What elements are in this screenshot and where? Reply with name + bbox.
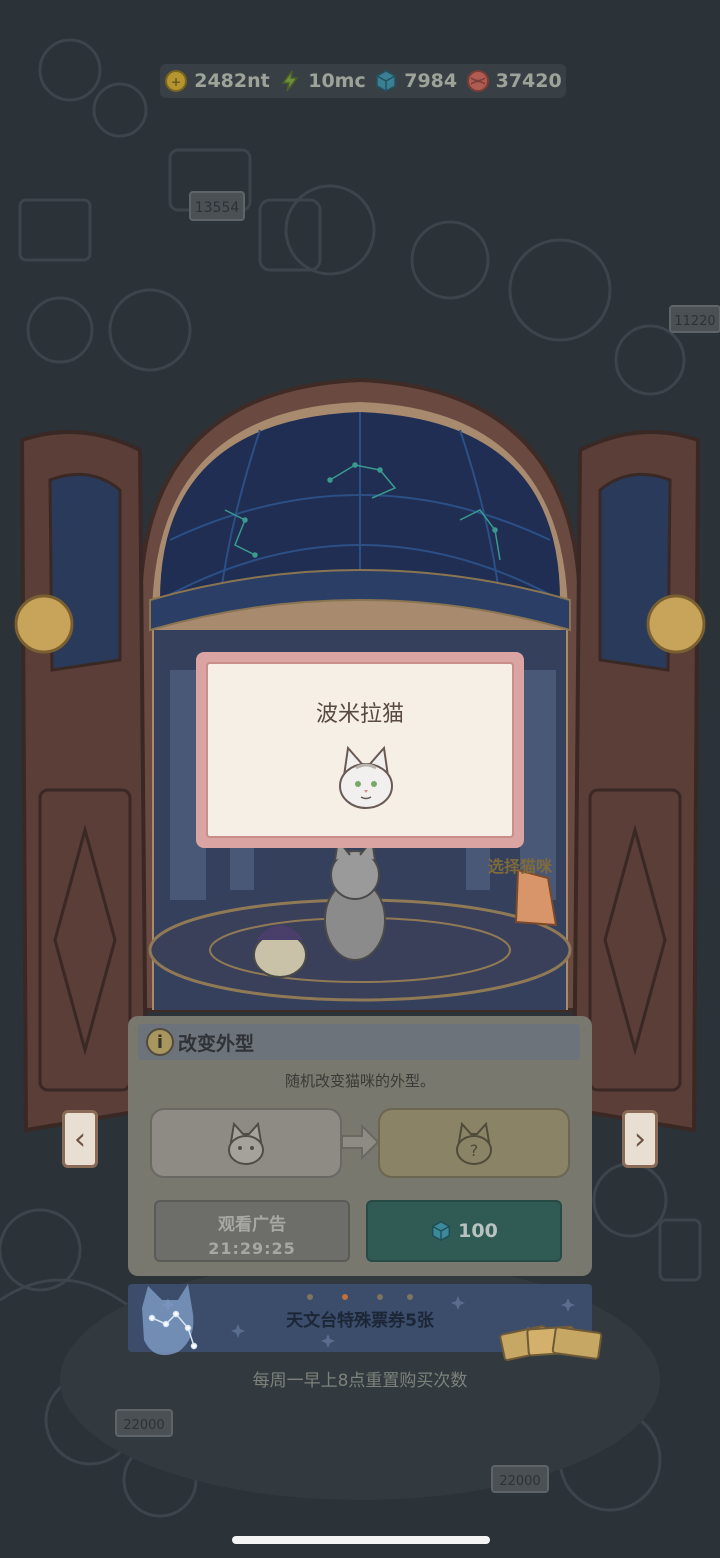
panel-description: 随机改变猫咪的外型。 bbox=[284, 1072, 435, 1090]
result-popup: 波米拉猫 bbox=[196, 652, 524, 848]
watch-ad-timer: 21:29:25 bbox=[208, 1239, 296, 1258]
gem-cube-icon bbox=[374, 69, 398, 93]
sign-13554: 13554 bbox=[195, 200, 240, 216]
svg-text:22000: 22000 bbox=[123, 1418, 164, 1433]
new-appearance-slot: ? bbox=[378, 1108, 570, 1178]
coin-icon: + bbox=[164, 69, 188, 93]
gem-cube-icon bbox=[432, 1221, 451, 1241]
watch-ad-button[interactable]: 观看广告 21:29:25 bbox=[154, 1200, 350, 1262]
panel-header: i 改变外型 bbox=[138, 1024, 580, 1060]
result-popup-inner: 波米拉猫 bbox=[206, 662, 514, 838]
resource-gems[interactable]: 7984 bbox=[374, 69, 457, 93]
svg-text:22000: 22000 bbox=[499, 1474, 540, 1489]
coins-value: 2482nt bbox=[194, 70, 270, 92]
resource-energy[interactable]: 10mc bbox=[278, 69, 366, 93]
result-cat-name: 波米拉猫 bbox=[315, 702, 404, 727]
svg-text:?: ? bbox=[470, 1141, 479, 1160]
current-appearance-slot bbox=[150, 1108, 342, 1178]
svg-text:11220: 11220 bbox=[674, 314, 715, 329]
arrow-right-icon bbox=[341, 1124, 380, 1160]
select-cat-label[interactable]: 选择猫咪 bbox=[488, 853, 552, 877]
chevron-right-icon: › bbox=[634, 1121, 646, 1157]
resource-coins[interactable]: + 2482nt bbox=[164, 69, 270, 93]
yarn-ball-icon bbox=[466, 69, 490, 93]
tickets-fan-icon bbox=[499, 1325, 603, 1361]
resource-bar: + 2482nt 10mc 7984 37420 bbox=[160, 64, 566, 98]
energy-value: 10mc bbox=[308, 70, 366, 92]
watch-ad-label: 观看广告 bbox=[218, 1215, 286, 1235]
previous-button[interactable]: ‹ bbox=[62, 1110, 98, 1168]
yarn-value: 37420 bbox=[495, 70, 562, 92]
lightning-icon bbox=[278, 69, 302, 93]
weekly-reset-note: 每周一早上8点重置购买次数 bbox=[252, 1371, 468, 1391]
info-icon[interactable]: i bbox=[146, 1028, 174, 1056]
buy-price: 100 bbox=[458, 1220, 498, 1242]
banner-page-indicator bbox=[307, 1294, 413, 1300]
resource-yarn[interactable]: 37420 bbox=[466, 69, 562, 93]
appearance-compare: ? bbox=[146, 1106, 574, 1178]
svg-text:+: + bbox=[171, 75, 181, 89]
next-button[interactable]: › bbox=[622, 1110, 658, 1168]
home-indicator[interactable] bbox=[232, 1536, 490, 1544]
unknown-cat-icon: ? bbox=[456, 1121, 492, 1165]
chevron-left-icon: ‹ bbox=[74, 1121, 86, 1157]
cat-face-icon bbox=[334, 742, 398, 812]
buy-with-gems-button[interactable]: 100 bbox=[366, 1200, 562, 1262]
gems-value: 7984 bbox=[404, 70, 458, 92]
panel-title: 改变外型 bbox=[178, 1032, 255, 1055]
constellation-cat-icon bbox=[142, 1284, 198, 1356]
cat-silhouette-icon bbox=[228, 1121, 264, 1165]
change-appearance-panel: i 改变外型 随机改变猫咪的外型。 ? 观看广告 21:29:25 100 bbox=[128, 1016, 592, 1276]
